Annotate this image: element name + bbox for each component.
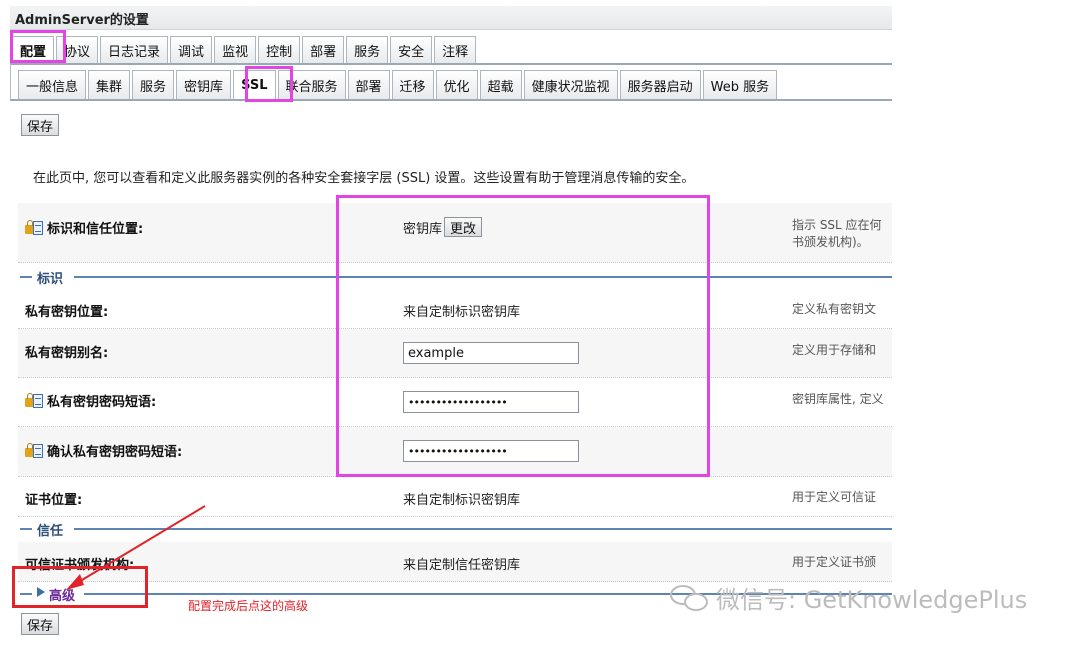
annotation-text: 配置完成后点这的高级: [188, 599, 309, 613]
annotation-arrow: [66, 505, 206, 590]
watermark: 微信号: GetKnowledgePlus: [670, 580, 1027, 615]
settings-panel: AdminServer的设置 配置 协议 日志记录 调试 监视 控制 部署 服务…: [0, 0, 892, 646]
watermark-text: 微信号: GetKnowledgePlus: [716, 586, 1028, 614]
wechat-icon: [670, 583, 710, 613]
